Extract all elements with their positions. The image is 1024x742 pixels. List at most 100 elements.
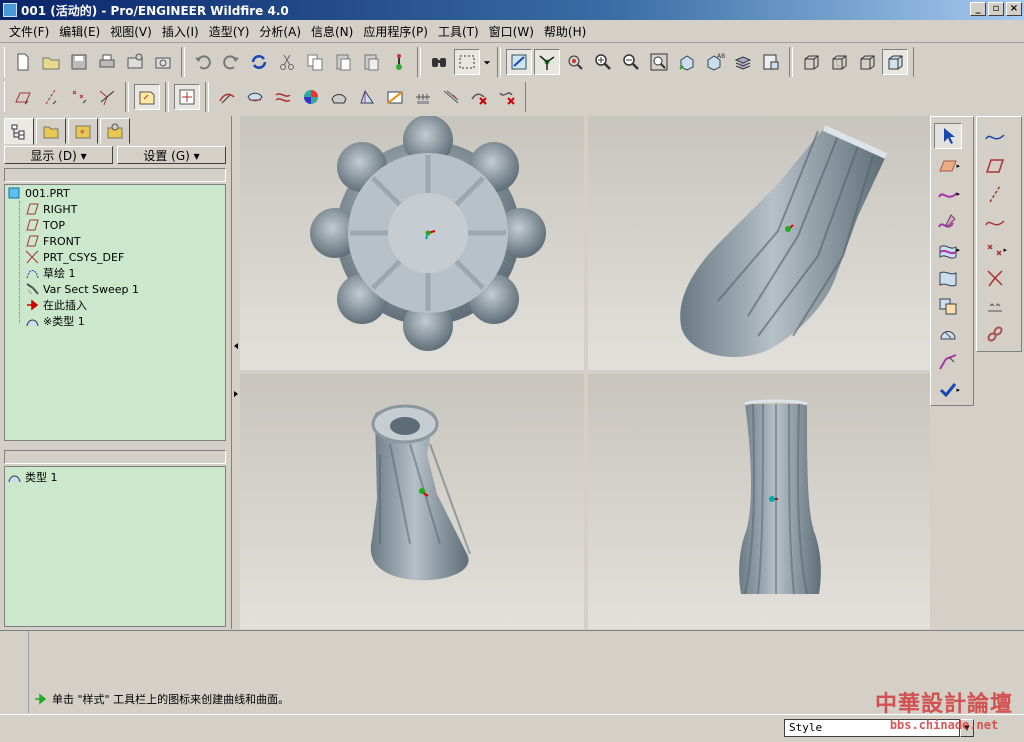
model-tree-tab[interactable] <box>4 118 34 145</box>
tree-item-top[interactable]: TOP <box>25 217 65 233</box>
spin-center-icon[interactable] <box>534 49 560 75</box>
sketched-curve-icon[interactable] <box>981 209 1009 235</box>
connections-tab[interactable] <box>100 118 130 144</box>
select-pointer-icon[interactable] <box>934 123 962 149</box>
annotation-icon[interactable] <box>174 84 200 110</box>
paste-icon[interactable] <box>330 49 356 75</box>
slope-analysis-icon[interactable] <box>382 84 408 110</box>
close-button[interactable]: × <box>1006 2 1022 16</box>
send-link-icon[interactable] <box>150 49 176 75</box>
cut-icon[interactable] <box>274 49 300 75</box>
viewport-top-view[interactable] <box>240 116 584 370</box>
reorient-icon[interactable] <box>674 49 700 75</box>
tree-item-sweep[interactable]: Var Sect Sweep 1 <box>25 281 139 297</box>
menu-insert[interactable]: 插入(I) <box>157 22 204 42</box>
settings-menu-button[interactable]: 设置 (G) ▾ <box>117 146 226 164</box>
save-icon[interactable] <box>66 49 92 75</box>
draft-analysis-icon[interactable] <box>354 84 380 110</box>
model-player-icon[interactable] <box>386 49 412 75</box>
tree-item-right[interactable]: RIGHT <box>25 201 77 217</box>
viewport-front-view[interactable] <box>588 374 930 629</box>
wireframe-icon[interactable] <box>798 49 824 75</box>
datum-point-display-icon[interactable] <box>66 84 92 110</box>
restore-button[interactable]: ▫ <box>988 2 1004 16</box>
zoom-in-icon[interactable] <box>590 49 616 75</box>
redo-icon[interactable] <box>218 49 244 75</box>
tree-item-csys[interactable]: PRT_CSYS_DEF <box>25 249 124 265</box>
menu-applications[interactable]: 应用程序(P) <box>358 22 433 42</box>
regenerate-icon[interactable] <box>246 49 272 75</box>
datum-plane-display-icon[interactable] <box>10 84 36 110</box>
new-file-icon[interactable] <box>10 49 36 75</box>
menu-style[interactable]: 造型(Y) <box>204 22 255 42</box>
show-menu-button[interactable]: 显示 (D) ▾ <box>4 146 113 164</box>
curve-on-surface-icon[interactable]: ▸ <box>934 237 962 263</box>
minimize-button[interactable]: _ <box>970 2 986 16</box>
analysis-feature-icon[interactable] <box>981 293 1009 319</box>
menu-analysis[interactable]: 分析(A) <box>254 22 306 42</box>
create-curve-icon[interactable]: ▸ <box>934 181 962 207</box>
delete-analysis-icon[interactable] <box>466 84 492 110</box>
dihedral-analysis-icon[interactable] <box>438 84 464 110</box>
datum-csys-icon[interactable] <box>981 265 1009 291</box>
view-manager-icon[interactable] <box>758 49 784 75</box>
section-analysis-icon[interactable] <box>242 84 268 110</box>
reflection-analysis-icon[interactable] <box>410 84 436 110</box>
paste-special-icon[interactable] <box>358 49 384 75</box>
copy-icon[interactable] <box>302 49 328 75</box>
datum-plane-icon[interactable] <box>981 153 1009 179</box>
undo-icon[interactable] <box>190 49 216 75</box>
curve-through-points-icon[interactable] <box>981 125 1009 151</box>
csys-display-icon[interactable] <box>94 84 120 110</box>
menu-tools[interactable]: 工具(T) <box>433 22 484 42</box>
print-icon[interactable] <box>94 49 120 75</box>
panel-splitter[interactable] <box>232 116 240 629</box>
viewport-trimetric-view[interactable] <box>588 116 930 370</box>
no-hidden-icon[interactable] <box>854 49 880 75</box>
shading-icon[interactable] <box>882 49 908 75</box>
delete-all-analysis-icon[interactable] <box>494 84 520 110</box>
active-plane-icon[interactable]: ▸ <box>934 153 962 179</box>
menu-info[interactable]: 信息(N) <box>306 22 358 42</box>
tree-item-insert-here[interactable]: 在此插入 <box>25 297 87 313</box>
spin-center-display-icon[interactable] <box>134 84 160 110</box>
offset-analysis-icon[interactable] <box>270 84 296 110</box>
tree-item-style[interactable]: ※类型 1 <box>25 313 85 329</box>
curvature-analysis-icon[interactable] <box>214 84 240 110</box>
gaussian-curvature-icon[interactable] <box>298 84 324 110</box>
datum-axis-display-icon[interactable] <box>38 84 64 110</box>
boundary-surface-icon[interactable] <box>934 265 962 291</box>
section-curvature-icon[interactable] <box>326 84 352 110</box>
lower-item-style[interactable]: 类型 1 <box>7 469 58 485</box>
zoom-out-icon[interactable] <box>618 49 644 75</box>
tree-item-sketch[interactable]: 草绘 1 <box>25 265 76 281</box>
send-mail-icon[interactable] <box>122 49 148 75</box>
menu-file[interactable]: 文件(F) <box>4 22 54 42</box>
chain-icon[interactable] <box>981 321 1009 347</box>
tree-item-front[interactable]: FRONT <box>25 233 81 249</box>
curve-analysis-icon[interactable] <box>934 349 962 375</box>
layers-icon[interactable] <box>730 49 756 75</box>
saved-views-icon[interactable]: AB <box>702 49 728 75</box>
selection-dropdown-icon[interactable] <box>482 49 492 75</box>
hidden-line-icon[interactable] <box>826 49 852 75</box>
orient-mode-icon[interactable] <box>562 49 588 75</box>
menu-view[interactable]: 视图(V) <box>105 22 157 42</box>
datum-point-icon[interactable]: ▸ <box>981 237 1009 263</box>
favorites-tab[interactable]: * <box>68 118 98 144</box>
menu-edit[interactable]: 编辑(E) <box>54 22 105 42</box>
find-icon[interactable] <box>426 49 452 75</box>
viewport-iso-view[interactable] <box>240 374 584 629</box>
repaint-icon[interactable] <box>506 49 532 75</box>
menu-window[interactable]: 窗口(W) <box>484 22 539 42</box>
refit-icon[interactable] <box>646 49 672 75</box>
datum-axis-icon[interactable] <box>981 181 1009 207</box>
selection-box-icon[interactable] <box>454 49 480 75</box>
menu-help[interactable]: 帮助(H) <box>539 22 591 42</box>
folder-browser-tab[interactable] <box>36 118 66 144</box>
connect-surface-icon[interactable] <box>934 293 962 319</box>
open-folder-icon[interactable] <box>38 49 64 75</box>
done-check-icon[interactable]: ▸ <box>934 377 962 403</box>
edit-curve-icon[interactable] <box>934 209 962 235</box>
tree-item-part[interactable]: 001.PRT <box>7 185 70 201</box>
